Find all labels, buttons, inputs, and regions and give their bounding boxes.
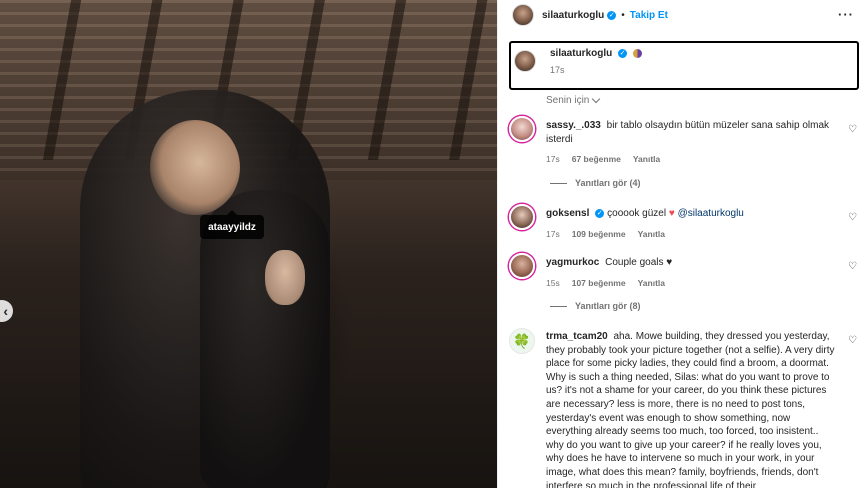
- red-heart-icon: ♥: [668, 208, 675, 219]
- comment-time: 17s: [546, 228, 560, 239]
- replies-divider: [550, 182, 567, 184]
- avatar[interactable]: [509, 204, 535, 230]
- post-photo[interactable]: ataayyildz ‹: [0, 0, 497, 488]
- comments-panel: silaaturkoglu ✓ • Takip Et ··· silaaturk…: [497, 0, 868, 488]
- comment-username[interactable]: trma_tcam20: [546, 331, 608, 342]
- comment-likes[interactable]: 67 beğenme: [572, 154, 621, 164]
- comment-text: Couple goals: [605, 257, 664, 268]
- reply-button[interactable]: Yanıtla: [638, 229, 665, 239]
- heart-icon[interactable]: ♡: [848, 212, 857, 223]
- header-separator: •: [621, 9, 625, 21]
- comment-username[interactable]: sassy._.033: [546, 120, 601, 131]
- view-replies-label: Yanıtları gör (4): [575, 178, 641, 188]
- comment-username[interactable]: goksensl: [546, 208, 589, 219]
- view-replies-label: Yanıtları gör (8): [575, 301, 641, 311]
- comment-text: aha. Mowe building, they dressed you yes…: [546, 331, 835, 488]
- replies-divider: [550, 305, 567, 307]
- photo-face: [150, 120, 240, 215]
- verified-icon: ✓: [595, 208, 605, 218]
- caption: silaaturkoglu ✓ 17s: [509, 41, 859, 90]
- black-heart-icon: ♥: [666, 257, 673, 268]
- chevron-down-icon: [592, 94, 601, 103]
- story-ring-icon: [632, 48, 642, 58]
- clover-icon: 🍀: [513, 332, 531, 349]
- comment-item: sassy._.033 bir tablo olsaydın bütün müz…: [509, 116, 859, 164]
- user-tag[interactable]: ataayyildz: [200, 210, 264, 239]
- caption-username[interactable]: silaaturkoglu: [550, 48, 612, 59]
- heart-icon[interactable]: ♡: [848, 261, 857, 272]
- comment-likes[interactable]: 107 beğenme: [572, 278, 626, 288]
- photo-hand: [265, 250, 305, 305]
- caption-avatar[interactable]: [514, 50, 536, 72]
- chevron-left-icon[interactable]: ‹: [0, 300, 13, 322]
- comment-mention-link[interactable]: @silaaturkoglu: [678, 208, 744, 219]
- follow-button[interactable]: Takip Et: [630, 10, 668, 21]
- heart-icon[interactable]: ♡: [848, 124, 857, 135]
- avatar[interactable]: [512, 4, 534, 26]
- comment-sort-label: Senin için: [546, 95, 590, 106]
- caption-time: 17s: [550, 65, 565, 75]
- reply-button[interactable]: Yanıtla: [638, 278, 665, 288]
- view-replies-button[interactable]: Yanıtları gör (4): [550, 178, 641, 188]
- comment-item: yagmurkoc Couple goals ♥ 15s 107 beğenme…: [509, 253, 859, 288]
- comment-text: çooook güzel: [607, 208, 667, 219]
- comment-likes[interactable]: 109 beğenme: [572, 229, 626, 239]
- comment-time: 15s: [546, 277, 560, 288]
- avatar[interactable]: [509, 253, 535, 279]
- avatar[interactable]: [509, 116, 535, 142]
- comment-item: goksensl ✓ çooook güzel ♥ @silaaturkoglu …: [509, 204, 859, 239]
- verified-icon: ✓: [618, 48, 628, 58]
- verified-icon: ✓: [607, 10, 617, 20]
- more-horizontal-icon[interactable]: ···: [838, 7, 854, 22]
- avatar[interactable]: 🍀: [509, 328, 535, 354]
- heart-icon[interactable]: ♡: [848, 335, 857, 346]
- comment-time: 17s: [546, 154, 560, 165]
- comment-sort-dropdown[interactable]: Senin için: [546, 94, 601, 106]
- comment-item: 🍀 trma_tcam20 aha. Mowe building, they d…: [509, 328, 859, 488]
- comment-username[interactable]: yagmurkoc: [546, 257, 599, 268]
- reply-button[interactable]: Yanıtla: [633, 154, 660, 164]
- view-replies-button[interactable]: Yanıtları gör (8): [550, 301, 641, 311]
- post-header: silaaturkoglu ✓ • Takip Et: [498, 0, 868, 30]
- header-username[interactable]: silaaturkoglu: [542, 10, 604, 21]
